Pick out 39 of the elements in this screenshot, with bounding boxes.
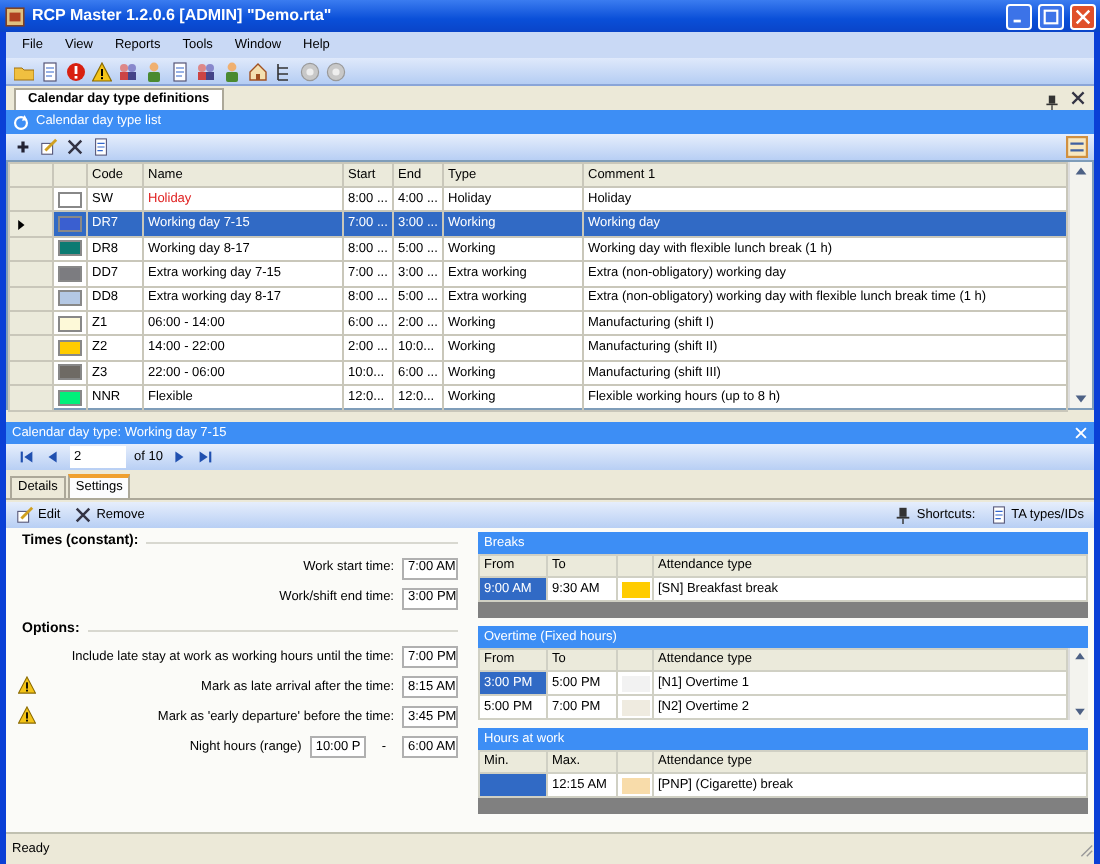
- next-record-icon[interactable]: [170, 448, 189, 466]
- pin-icon[interactable]: [1044, 94, 1060, 110]
- people-icon[interactable]: [196, 61, 216, 81]
- scroll-down-icon[interactable]: [1071, 704, 1088, 720]
- document-icon[interactable]: [92, 138, 110, 156]
- person-icon[interactable]: [144, 61, 164, 81]
- tree-icon[interactable]: [274, 61, 294, 81]
- close-icon[interactable]: [1070, 90, 1086, 106]
- close-button[interactable]: [1070, 3, 1096, 29]
- document-icon: [989, 506, 1008, 524]
- scrollbar[interactable]: [1068, 648, 1088, 720]
- minimize-button[interactable]: [1006, 3, 1032, 29]
- first-record-icon[interactable]: [18, 448, 36, 466]
- edit-icon[interactable]: [40, 138, 58, 156]
- document-icon[interactable]: [170, 61, 190, 81]
- close-icon: [1074, 7, 1092, 25]
- resize-grip-icon[interactable]: [1076, 840, 1094, 858]
- add-icon[interactable]: [14, 138, 32, 156]
- person-icon[interactable]: [222, 61, 242, 81]
- refresh-icon: [12, 113, 30, 131]
- scroll-down-icon[interactable]: [1072, 390, 1090, 408]
- pin-icon: [894, 506, 913, 524]
- maximize-icon: [1042, 7, 1060, 25]
- last-record-icon[interactable]: [196, 448, 215, 466]
- scrollbar[interactable]: [1068, 162, 1092, 408]
- column-chooser-icon[interactable]: [1066, 136, 1088, 158]
- home-icon[interactable]: [248, 61, 268, 81]
- edit-icon: [16, 506, 34, 524]
- delete-icon: [74, 506, 93, 524]
- app-icon: [4, 5, 26, 27]
- document-icon[interactable]: [40, 61, 60, 81]
- delete-icon[interactable]: [66, 138, 84, 156]
- stop-icon[interactable]: [66, 61, 86, 81]
- people-icon[interactable]: [118, 61, 138, 81]
- previous-record-icon[interactable]: [44, 448, 62, 466]
- maximize-button[interactable]: [1038, 3, 1064, 29]
- window-title: RCP Master 1.2.0.6 [ADMIN] "Demo.rta": [32, 6, 332, 26]
- row-pointer-icon: [14, 217, 28, 232]
- warning-icon[interactable]: [92, 61, 112, 81]
